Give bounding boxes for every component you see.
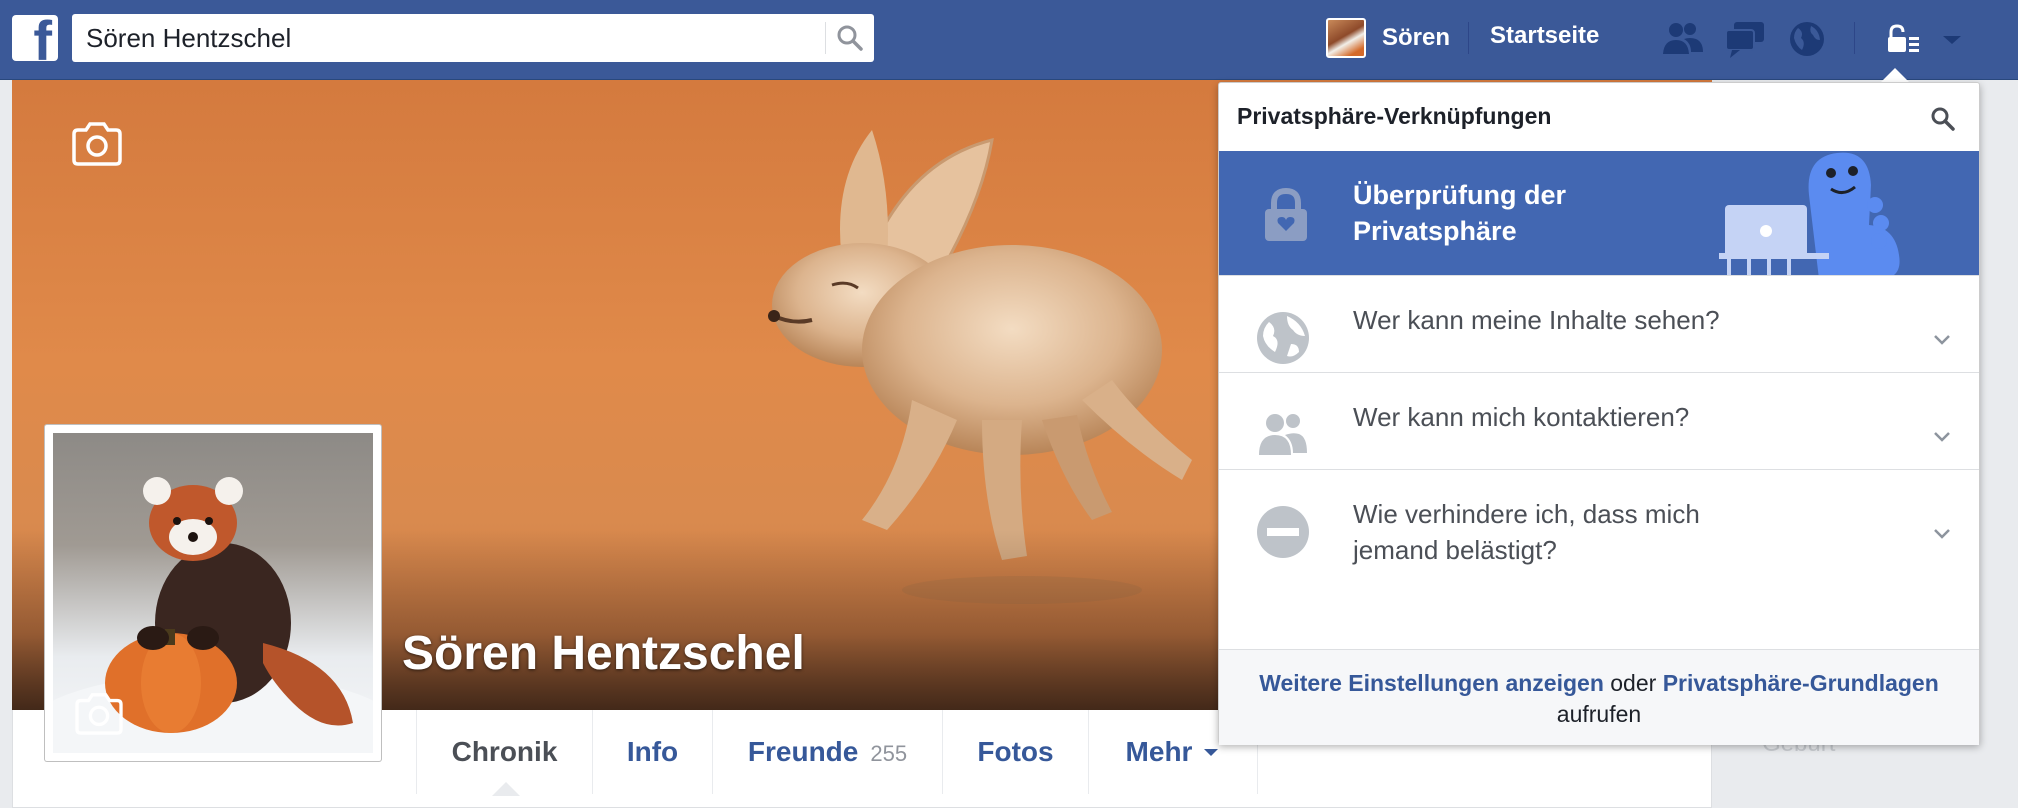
tab-label: Fotos: [977, 736, 1054, 767]
tab-photos[interactable]: Fotos: [942, 710, 1088, 794]
chevron-down-icon: [1934, 432, 1950, 442]
avatar: [1326, 18, 1366, 58]
privacy-item-label: Wer kann mich kontaktieren?: [1353, 402, 1690, 432]
footer-end-text: aufrufen: [1556, 701, 1642, 727]
privacy-item-label: Wie verhindere ich, dass mich jemand bel…: [1353, 499, 1700, 565]
nav-user-profile-link[interactable]: Sören: [1326, 18, 1450, 58]
tab-label: Chronik: [451, 736, 558, 767]
privacy-shortcuts-icon[interactable]: [1880, 18, 1926, 60]
friend-requests-icon[interactable]: [1660, 18, 1706, 60]
home-link[interactable]: Startseite: [1490, 22, 1599, 50]
profile-picture-image: [53, 433, 373, 753]
privacy-item-label: Wer kann meine Inhalte sehen?: [1353, 305, 1720, 335]
tab-label: Freunde: [747, 736, 859, 767]
messages-icon[interactable]: [1722, 18, 1768, 60]
footer-connector-text: oder: [1610, 670, 1657, 696]
privacy-checkup-label: Überprüfung der Privatsphäre: [1353, 180, 1566, 246]
facebook-logo[interactable]: f: [12, 15, 58, 61]
search-divider: [825, 22, 826, 54]
friends-count: 255: [870, 741, 908, 766]
tab-friends[interactable]: Freunde 255: [712, 710, 942, 794]
nav-user-name: Sören: [1382, 24, 1451, 51]
chevron-down-icon: [1204, 749, 1219, 756]
profile-picture[interactable]: [44, 424, 382, 762]
profile-name[interactable]: Sören Hentzschel: [402, 626, 805, 681]
nav-separator: [1854, 22, 1855, 54]
more-settings-link[interactable]: Weitere Einstellungen anzeigen: [1259, 670, 1604, 696]
privacy-item-harassment[interactable]: Wie verhindere ich, dass mich jemand bel…: [1219, 469, 1979, 593]
privacy-checkup-item[interactable]: Überprüfung der Privatsphäre: [1219, 151, 1979, 275]
dropdown-pointer: [1880, 68, 1910, 83]
search-box: [72, 14, 874, 62]
profile-camera-icon[interactable]: [73, 691, 125, 735]
search-icon[interactable]: [1929, 105, 1957, 133]
tab-label: Info: [626, 736, 679, 767]
notifications-globe-icon[interactable]: [1784, 18, 1830, 60]
chevron-down-icon: [1934, 335, 1950, 345]
tab-info[interactable]: Info: [592, 710, 712, 794]
search-input[interactable]: [86, 14, 826, 62]
active-tab-pointer: [492, 782, 520, 796]
dropdown-footer: Weitere Einstellungen anzeigen oder Priv…: [1219, 649, 1979, 745]
dropdown-title: Privatsphäre-Verknüpfungen: [1237, 103, 1552, 129]
cover-camera-icon[interactable]: [70, 120, 124, 166]
account-menu-chevron-down-icon[interactable]: [1940, 28, 1964, 52]
nav-separator: [1468, 22, 1469, 54]
tab-label: Mehr: [1125, 736, 1193, 767]
chevron-down-icon: [1934, 529, 1950, 539]
block-icon: [1257, 506, 1309, 558]
lock-icon: [1265, 187, 1307, 241]
privacy-basics-link[interactable]: Privatsphäre-Grundlagen: [1663, 670, 1939, 696]
privacy-dinosaur-illustration: [1719, 152, 1900, 275]
globe-icon: [1257, 312, 1309, 364]
people-icon: [1259, 412, 1307, 455]
search-icon[interactable]: [834, 22, 866, 54]
privacy-shortcuts-dropdown: Privatsphäre-Verknüpfungen Überprüfung d…: [1218, 82, 1980, 745]
dropdown-header: Privatsphäre-Verknüpfungen: [1219, 83, 1979, 151]
top-navigation-bar: f Sören Startseite: [0, 0, 2018, 80]
facebook-logo-letter: f: [33, 15, 52, 61]
